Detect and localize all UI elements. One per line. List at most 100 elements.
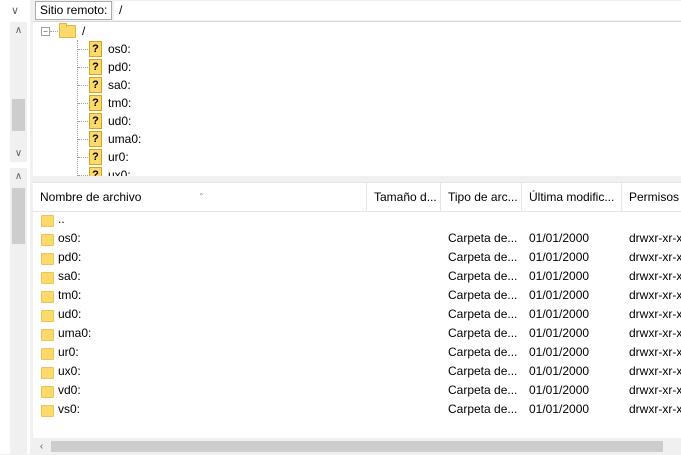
remote-path-input[interactable]: / (114, 1, 681, 20)
list-vertical-scrollbar-left[interactable]: ∧ (10, 168, 27, 454)
question-mark-icon: ? (89, 113, 102, 129)
folder-icon (41, 346, 54, 360)
folder-icon (41, 251, 54, 265)
sort-ascending-icon: ⌃ (198, 192, 205, 201)
table-row[interactable]: ur0: Carpeta de... 01/01/2000 drwxr-xr-x (33, 343, 681, 362)
column-header-name[interactable]: Nombre de archivo ⌃ (33, 183, 367, 211)
tree-connector (78, 121, 88, 122)
file-name: ux0: (58, 364, 81, 378)
tree-connector (77, 40, 78, 176)
column-header-type[interactable]: Tipo de arc... (441, 183, 522, 211)
file-permissions: drwxr-xr-x (629, 364, 681, 378)
file-type: Carpeta de... (448, 402, 518, 416)
file-type: Carpeta de... (448, 250, 518, 264)
file-name: vd0: (58, 383, 81, 397)
file-list-header: Nombre de archivo ⌃ Tamaño d... Tipo de … (33, 183, 681, 212)
horizontal-scrollbar[interactable]: ‹ (33, 438, 681, 455)
file-name: vs0: (58, 402, 81, 416)
table-row[interactable]: os0: Carpeta de... 01/01/2000 drwxr-xr-x (33, 229, 681, 248)
scrollbar-thumb[interactable] (12, 188, 25, 244)
collapse-minus-icon[interactable]: − (41, 27, 50, 36)
question-mark-icon: ? (89, 149, 102, 165)
table-row[interactable]: tm0: Carpeta de... 01/01/2000 drwxr-xr-x (33, 286, 681, 305)
tree-item-sa0[interactable]: ? sa0: (89, 76, 131, 94)
tree-item-uma0[interactable]: ? uma0: (89, 130, 141, 148)
tree-connector (78, 157, 88, 158)
file-date: 01/01/2000 (529, 326, 590, 340)
tree-connector (78, 85, 88, 86)
file-type: Carpeta de... (448, 307, 518, 321)
file-date: 01/01/2000 (529, 250, 590, 264)
question-mark-icon: ? (89, 77, 102, 93)
remote-site-label: Sitio remoto: (35, 1, 113, 20)
table-row[interactable]: sa0: Carpeta de... 01/01/2000 drwxr-xr-x (33, 267, 681, 286)
file-permissions: drwxr-xr-x (629, 250, 681, 264)
tree-item-label: / (82, 24, 86, 38)
table-row[interactable]: .. (33, 210, 681, 229)
tree-vertical-scrollbar-left[interactable]: ∧ ∨ (10, 22, 27, 162)
folder-icon (41, 289, 54, 303)
table-row[interactable]: ux0: Carpeta de... 01/01/2000 drwxr-xr-x (33, 362, 681, 381)
file-date: 01/01/2000 (529, 231, 590, 245)
chevron-down-icon[interactable]: ∨ (0, 0, 30, 20)
file-type: Carpeta de... (448, 364, 518, 378)
tree-item-root[interactable]: / (59, 22, 85, 40)
tree-item-ud0[interactable]: ? ud0: (89, 112, 131, 130)
file-date: 01/01/2000 (529, 307, 590, 321)
tree-connector (78, 67, 88, 68)
file-permissions: drwxr-xr-x (629, 383, 681, 397)
table-row[interactable]: ud0: Carpeta de... 01/01/2000 drwxr-xr-x (33, 305, 681, 324)
table-row[interactable]: uma0: Carpeta de... 01/01/2000 drwxr-xr-… (33, 324, 681, 343)
column-header-size[interactable]: Tamaño d... (367, 183, 441, 211)
chevron-left-icon[interactable]: ‹ (33, 438, 50, 455)
file-permissions: drwxr-xr-x (629, 269, 681, 283)
tree-item-label: ur0: (108, 150, 129, 164)
column-header-modified[interactable]: Última modific... (522, 183, 622, 211)
folder-icon (59, 22, 76, 38)
scrollbar-thumb[interactable] (51, 441, 663, 452)
file-name: ud0: (58, 307, 82, 321)
file-type: Carpeta de... (448, 345, 518, 359)
file-name: .. (58, 212, 65, 226)
file-name: os0: (58, 231, 81, 245)
tree-item-os0[interactable]: ? os0: (89, 40, 131, 58)
column-header-permissions[interactable]: Permisos (622, 183, 681, 211)
table-row[interactable]: vs0: Carpeta de... 01/01/2000 drwxr-xr-x (33, 400, 681, 419)
file-date: 01/01/2000 (529, 364, 590, 378)
folder-icon (41, 213, 54, 227)
tree-item-label: ud0: (108, 114, 132, 128)
tree-item-label: pd0: (108, 60, 132, 74)
file-name: tm0: (58, 288, 82, 302)
file-type: Carpeta de... (448, 231, 518, 245)
file-type: Carpeta de... (448, 383, 518, 397)
scrollbar-thumb[interactable] (12, 99, 25, 131)
remote-file-list[interactable]: Nombre de archivo ⌃ Tamaño d... Tipo de … (33, 182, 681, 455)
folder-icon (41, 232, 54, 246)
file-name: uma0: (58, 326, 92, 340)
file-permissions: drwxr-xr-x (629, 307, 681, 321)
chevron-up-icon[interactable]: ∧ (10, 22, 27, 39)
file-name: pd0: (58, 250, 82, 264)
tree-connector (50, 31, 58, 32)
table-row[interactable]: pd0: Carpeta de... 01/01/2000 drwxr-xr-x (33, 248, 681, 267)
file-date: 01/01/2000 (529, 269, 590, 283)
tree-item-tm0[interactable]: ? tm0: (89, 94, 131, 112)
file-name: sa0: (58, 269, 81, 283)
tree-item-ux0[interactable]: ? ux0: (89, 166, 131, 176)
folder-icon (41, 308, 54, 322)
table-row[interactable]: vd0: Carpeta de... 01/01/2000 drwxr-xr-x (33, 381, 681, 400)
folder-icon (41, 365, 54, 379)
chevron-up-icon[interactable]: ∧ (10, 168, 27, 185)
chevron-down-icon[interactable]: ∨ (10, 145, 27, 162)
tree-item-ur0[interactable]: ? ur0: (89, 148, 129, 166)
tree-item-label: tm0: (108, 96, 132, 110)
column-header-label: Tipo de arc... (448, 190, 518, 204)
file-permissions: drwxr-xr-x (629, 345, 681, 359)
file-date: 01/01/2000 (529, 383, 590, 397)
folder-icon (41, 384, 54, 398)
question-mark-icon: ? (89, 131, 102, 147)
remote-directory-tree[interactable]: − / ? os0: ? pd0: ? sa0: ? tm0: ? ud0: ?… (33, 22, 681, 176)
tree-item-pd0[interactable]: ? pd0: (89, 58, 131, 76)
file-date: 01/01/2000 (529, 402, 590, 416)
tree-connector (78, 103, 88, 104)
